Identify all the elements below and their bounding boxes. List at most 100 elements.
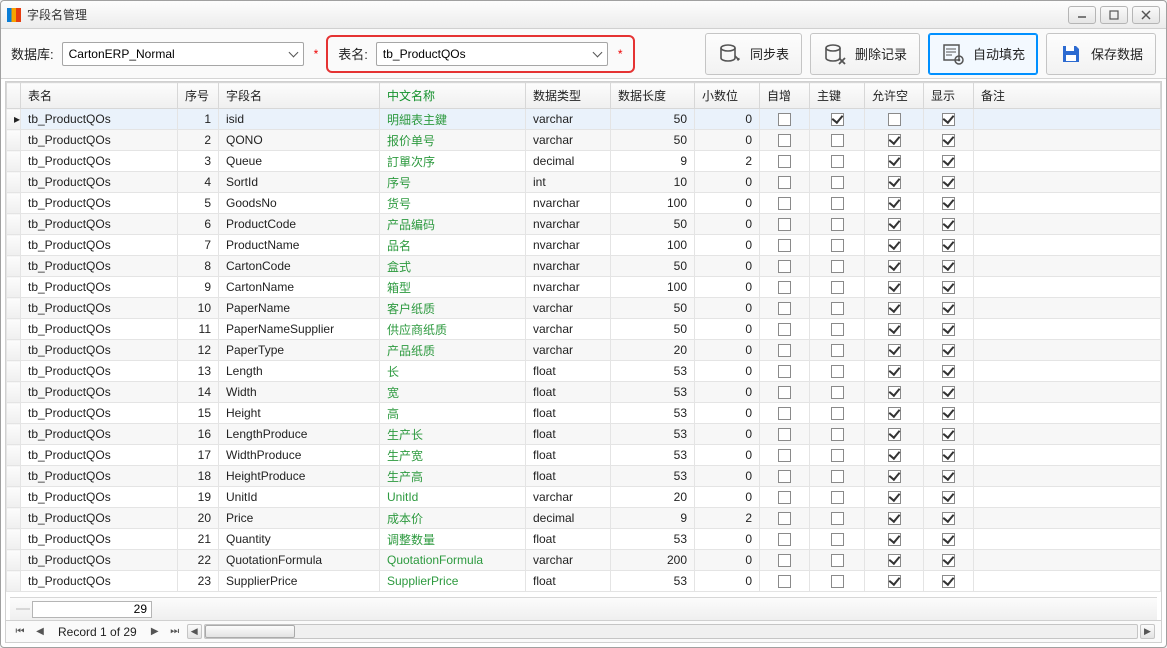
table-row[interactable]: tb_ProductQOs4SortId序号int100 [7,172,1161,193]
cell-decimals[interactable]: 0 [695,277,760,298]
checkbox[interactable] [831,554,844,567]
table-row[interactable]: ▸tb_ProductQOs1isid明細表主鍵varchar500 [7,109,1161,130]
checkbox[interactable] [888,176,901,189]
cell-nullable[interactable] [865,172,924,193]
cell-datalen[interactable]: 53 [611,529,695,550]
cell-datalen[interactable]: 50 [611,109,695,130]
cell-autoinc[interactable] [760,571,810,592]
cell-seq[interactable]: 2 [178,130,219,151]
cell-nullable[interactable] [865,214,924,235]
cell-datalen[interactable]: 50 [611,256,695,277]
cell-tablename[interactable]: tb_ProductQOs [21,466,178,487]
cell-datatype[interactable]: decimal [526,508,611,529]
cell-display[interactable] [924,256,974,277]
cell-decimals[interactable]: 0 [695,256,760,277]
cell-cnname[interactable]: 产品纸质 [380,340,526,361]
cell-datatype[interactable]: float [526,529,611,550]
cell-decimals[interactable]: 2 [695,508,760,529]
cell-fieldname[interactable]: Quantity [219,529,380,550]
cell-remark[interactable] [974,424,1161,445]
cell-cnname[interactable]: 序号 [380,172,526,193]
cell-datalen[interactable]: 9 [611,151,695,172]
checkbox[interactable] [942,113,955,126]
checkbox[interactable] [888,218,901,231]
cell-datalen[interactable]: 53 [611,466,695,487]
close-button[interactable] [1132,6,1160,24]
cell-remark[interactable] [974,571,1161,592]
cell-fieldname[interactable]: SupplierPrice [219,571,380,592]
table-row[interactable]: tb_ProductQOs9CartonName箱型nvarchar1000 [7,277,1161,298]
checkbox[interactable] [778,365,791,378]
cell-seq[interactable]: 9 [178,277,219,298]
cell-tablename[interactable]: tb_ProductQOs [21,550,178,571]
cell-nullable[interactable] [865,319,924,340]
cell-seq[interactable]: 20 [178,508,219,529]
checkbox[interactable] [888,386,901,399]
checkbox[interactable] [778,512,791,525]
cell-seq[interactable]: 21 [178,529,219,550]
cell-fieldname[interactable]: Height [219,403,380,424]
checkbox[interactable] [778,218,791,231]
cell-pk[interactable] [810,424,865,445]
checkbox[interactable] [778,197,791,210]
cell-display[interactable] [924,466,974,487]
cell-decimals[interactable]: 0 [695,214,760,235]
col-fieldname[interactable]: 字段名 [219,83,380,109]
table-row[interactable]: tb_ProductQOs17WidthProduce生产宽float530 [7,445,1161,466]
cell-tablename[interactable]: tb_ProductQOs [21,361,178,382]
checkbox[interactable] [831,470,844,483]
cell-datatype[interactable]: float [526,361,611,382]
cell-display[interactable] [924,529,974,550]
cell-datatype[interactable]: float [526,382,611,403]
cell-tablename[interactable]: tb_ProductQOs [21,109,178,130]
horizontal-scrollbar[interactable]: ◀ ▶ [187,624,1155,639]
cell-tablename[interactable]: tb_ProductQOs [21,193,178,214]
checkbox[interactable] [778,155,791,168]
cell-seq[interactable]: 16 [178,424,219,445]
cell-fieldname[interactable]: SortId [219,172,380,193]
cell-decimals[interactable]: 0 [695,445,760,466]
cell-fieldname[interactable]: Width [219,382,380,403]
col-nullable[interactable]: 允许空 [865,83,924,109]
cell-autoinc[interactable] [760,340,810,361]
checkbox[interactable] [831,386,844,399]
cell-display[interactable] [924,214,974,235]
cell-fieldname[interactable]: HeightProduce [219,466,380,487]
cell-fieldname[interactable]: PaperNameSupplier [219,319,380,340]
cell-nullable[interactable] [865,487,924,508]
cell-datatype[interactable]: float [526,424,611,445]
cell-cnname[interactable]: 货号 [380,193,526,214]
cell-fieldname[interactable]: Queue [219,151,380,172]
checkbox[interactable] [888,323,901,336]
cell-cnname[interactable]: QuotationFormula [380,550,526,571]
checkbox[interactable] [888,239,901,252]
cell-remark[interactable] [974,340,1161,361]
auto-fill-button[interactable]: 自动填充 [928,33,1038,75]
cell-seq[interactable]: 5 [178,193,219,214]
cell-pk[interactable] [810,340,865,361]
cell-display[interactable] [924,571,974,592]
cell-display[interactable] [924,235,974,256]
cell-datatype[interactable]: varchar [526,487,611,508]
cell-nullable[interactable] [865,256,924,277]
checkbox[interactable] [888,155,901,168]
cell-cnname[interactable]: 宽 [380,382,526,403]
cell-autoinc[interactable] [760,214,810,235]
col-datatype[interactable]: 数据类型 [526,83,611,109]
cell-seq[interactable]: 18 [178,466,219,487]
cell-remark[interactable] [974,508,1161,529]
cell-datatype[interactable]: float [526,445,611,466]
cell-display[interactable] [924,109,974,130]
cell-tablename[interactable]: tb_ProductQOs [21,424,178,445]
cell-seq[interactable]: 14 [178,382,219,403]
checkbox[interactable] [942,218,955,231]
cell-datatype[interactable]: nvarchar [526,256,611,277]
table-row[interactable]: tb_ProductQOs22QuotationFormulaQuotation… [7,550,1161,571]
cell-decimals[interactable]: 0 [695,172,760,193]
cell-nullable[interactable] [865,151,924,172]
checkbox[interactable] [942,386,955,399]
cell-seq[interactable]: 10 [178,298,219,319]
checkbox[interactable] [831,281,844,294]
cell-autoinc[interactable] [760,466,810,487]
cell-decimals[interactable]: 0 [695,319,760,340]
